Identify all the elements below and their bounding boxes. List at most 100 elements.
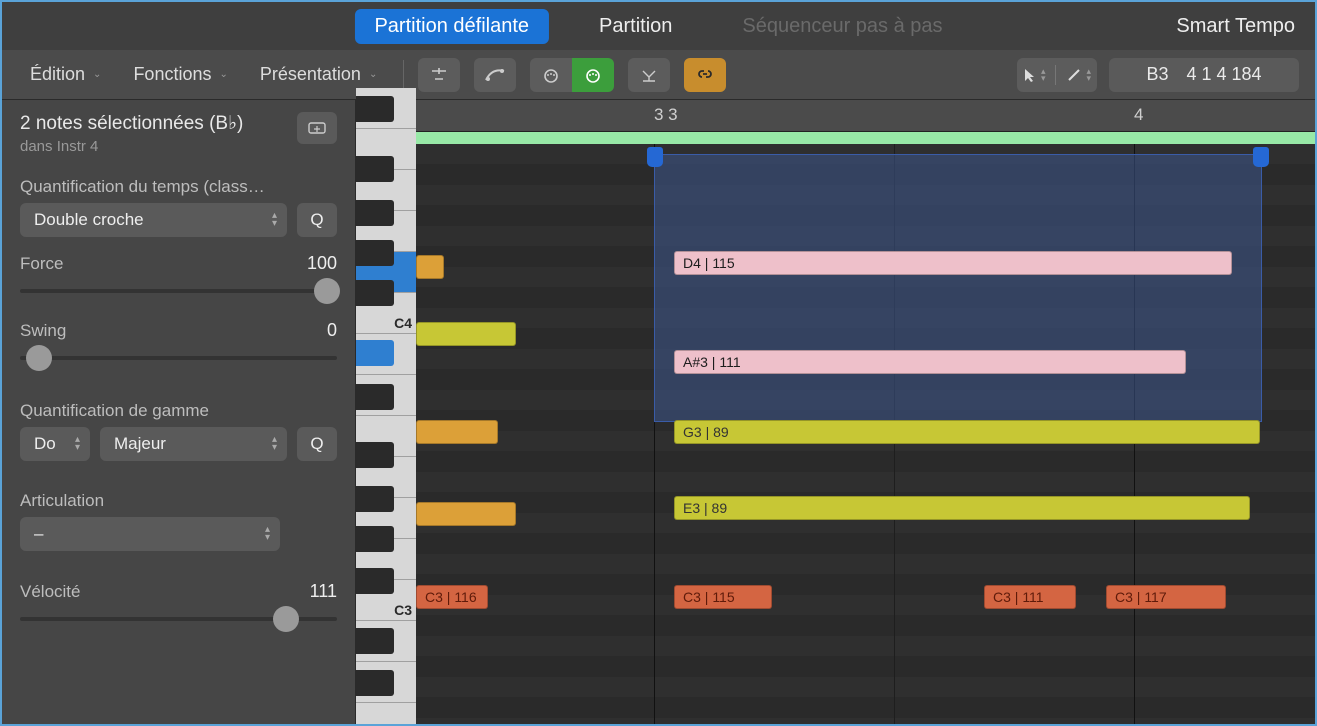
tab-piano-roll[interactable]: Partition défilante xyxy=(354,9,549,44)
curve-icon xyxy=(484,66,506,84)
note-grid[interactable]: C3 | 116 D4 | 115 A#3 | 111 G3 | 89 E3 |… xyxy=(416,144,1315,724)
midi-note[interactable]: E3 | 89 xyxy=(674,496,1250,520)
ruler-bar-label: 4 xyxy=(1134,105,1143,125)
midi-note[interactable] xyxy=(416,255,444,279)
scale-root-value: Do xyxy=(34,434,56,454)
inspector-collapse-button[interactable] xyxy=(297,112,337,144)
collapse-icon xyxy=(639,65,659,85)
tab-step-sequencer: Séquenceur pas à pas xyxy=(722,9,962,44)
pointer-icon xyxy=(1023,67,1037,83)
chevron-down-icon: ⌄ xyxy=(369,69,377,80)
note-grid-area: 3 3 4 C3 | 116 D4 | 115 A#3 | 111 G3 | 8… xyxy=(416,100,1315,724)
scale-mode-select[interactable]: Majeur ▴▾ xyxy=(100,427,287,461)
menu-view-label: Présentation xyxy=(260,64,361,85)
piano-key-black[interactable] xyxy=(356,568,394,594)
midi-note[interactable]: C3 | 117 xyxy=(1106,585,1226,609)
chevron-updown-icon: ▴▾ xyxy=(265,526,270,542)
pencil-icon xyxy=(1066,67,1082,83)
key-label-c4: C4 xyxy=(394,315,412,331)
marquee-handle-right[interactable] xyxy=(1253,147,1269,167)
link-button[interactable] xyxy=(684,58,726,92)
articulation-label: Articulation xyxy=(20,491,337,511)
chevron-updown-icon: ▴▾ xyxy=(272,436,277,452)
selection-title: 2 notes sélectionnées (B♭) xyxy=(20,112,243,135)
chevron-updown-icon: ▴▾ xyxy=(75,436,80,452)
piano-key-black[interactable] xyxy=(356,280,394,306)
chevron-down-icon: ⌄ xyxy=(93,69,101,80)
selection-marquee[interactable] xyxy=(654,154,1262,422)
tool-selector[interactable]: ▴▾ ▴▾ xyxy=(1017,58,1097,92)
midi-note-selected[interactable]: A#3 | 111 xyxy=(674,350,1186,374)
marquee-handle-left[interactable] xyxy=(647,147,663,167)
panel-icon xyxy=(307,120,327,136)
scale-quantize-now-button[interactable]: Q xyxy=(297,427,337,461)
piano-key-black[interactable] xyxy=(356,670,394,696)
force-value: 100 xyxy=(307,253,337,274)
midi-in-button[interactable] xyxy=(530,58,572,92)
collapse-button[interactable] xyxy=(628,58,670,92)
display-note-name: B3 xyxy=(1146,64,1168,85)
force-label: Force xyxy=(20,254,63,274)
menu-view[interactable]: Présentation ⌄ xyxy=(248,59,389,90)
articulation-select[interactable]: – ▴▾ xyxy=(20,517,280,551)
piano-key-black[interactable] xyxy=(356,628,394,654)
midi-out-button[interactable] xyxy=(572,58,614,92)
menu-functions[interactable]: Fonctions ⌄ xyxy=(121,59,239,90)
piano-key-black[interactable] xyxy=(356,486,394,512)
pointer-tool[interactable]: ▴▾ xyxy=(1023,67,1046,83)
chevron-updown-icon: ▴▾ xyxy=(1041,68,1046,82)
menu-edit-label: Édition xyxy=(30,64,85,85)
position-display[interactable]: B3 4 1 4 184 xyxy=(1109,58,1299,92)
selection-subtitle: dans Instr 4 xyxy=(20,138,243,155)
velocity-slider[interactable] xyxy=(20,606,337,632)
display-position: 4 1 4 184 xyxy=(1186,64,1261,85)
catch-playhead-button[interactable] xyxy=(418,58,460,92)
midi-note[interactable] xyxy=(416,322,516,346)
quantize-now-button[interactable]: Q xyxy=(297,203,337,237)
midi-out-icon xyxy=(583,66,603,84)
key-label-c3: C3 xyxy=(394,602,412,618)
piano-key-black[interactable] xyxy=(356,442,394,468)
tab-score[interactable]: Partition xyxy=(579,9,692,44)
midi-note[interactable]: G3 | 89 xyxy=(674,420,1260,444)
velocity-value: 111 xyxy=(310,581,337,602)
divider xyxy=(403,60,404,90)
chevron-updown-icon: ▴▾ xyxy=(1086,68,1091,82)
scale-quantize-label: Quantification de gamme xyxy=(20,401,337,421)
piano-key-black[interactable] xyxy=(356,200,394,226)
force-slider[interactable] xyxy=(20,278,337,304)
midi-note[interactable] xyxy=(416,502,516,526)
midi-note-selected[interactable]: D4 | 115 xyxy=(674,251,1232,275)
midi-note[interactable]: C3 | 111 xyxy=(984,585,1076,609)
pencil-tool[interactable]: ▴▾ xyxy=(1066,67,1091,83)
piano-keyboard[interactable]: C4 C3 xyxy=(356,100,416,724)
midi-in-icon xyxy=(541,66,561,84)
piano-key-black-selected[interactable] xyxy=(356,340,394,366)
menu-edit[interactable]: Édition ⌄ xyxy=(18,59,113,90)
piano-key-black[interactable] xyxy=(356,384,394,410)
playhead-catch-icon xyxy=(429,65,449,85)
editor-tab-bar: Partition défilante Partition Séquenceur… xyxy=(2,2,1315,50)
midi-note[interactable]: C3 | 115 xyxy=(674,585,772,609)
piano-key-black[interactable] xyxy=(356,156,394,182)
velocity-label: Vélocité xyxy=(20,582,80,602)
piano-key-black[interactable] xyxy=(356,96,394,122)
swing-label: Swing xyxy=(20,321,66,341)
articulation-value: – xyxy=(34,524,43,544)
time-quantize-select[interactable]: Double croche ▴▾ xyxy=(20,203,287,237)
swing-value: 0 xyxy=(327,320,337,341)
scale-root-select[interactable]: Do ▴▾ xyxy=(20,427,90,461)
automation-curve-button[interactable] xyxy=(474,58,516,92)
time-quantize-label: Quantification du temps (class… xyxy=(20,177,337,197)
ruler-beat-label: 3 3 xyxy=(654,105,678,125)
piano-roll-toolbar: Édition ⌄ Fonctions ⌄ Présentation ⌄ xyxy=(2,50,1315,100)
timeline-ruler[interactable]: 3 3 4 xyxy=(416,100,1315,132)
piano-key-black[interactable] xyxy=(356,526,394,552)
swing-slider[interactable] xyxy=(20,345,337,371)
midi-note[interactable] xyxy=(416,420,498,444)
menu-functions-label: Fonctions xyxy=(133,64,211,85)
midi-note[interactable]: C3 | 116 xyxy=(416,585,488,609)
tab-smart-tempo[interactable]: Smart Tempo xyxy=(1176,15,1305,38)
region-strip[interactable] xyxy=(416,132,1315,144)
piano-key-black[interactable] xyxy=(356,240,394,266)
